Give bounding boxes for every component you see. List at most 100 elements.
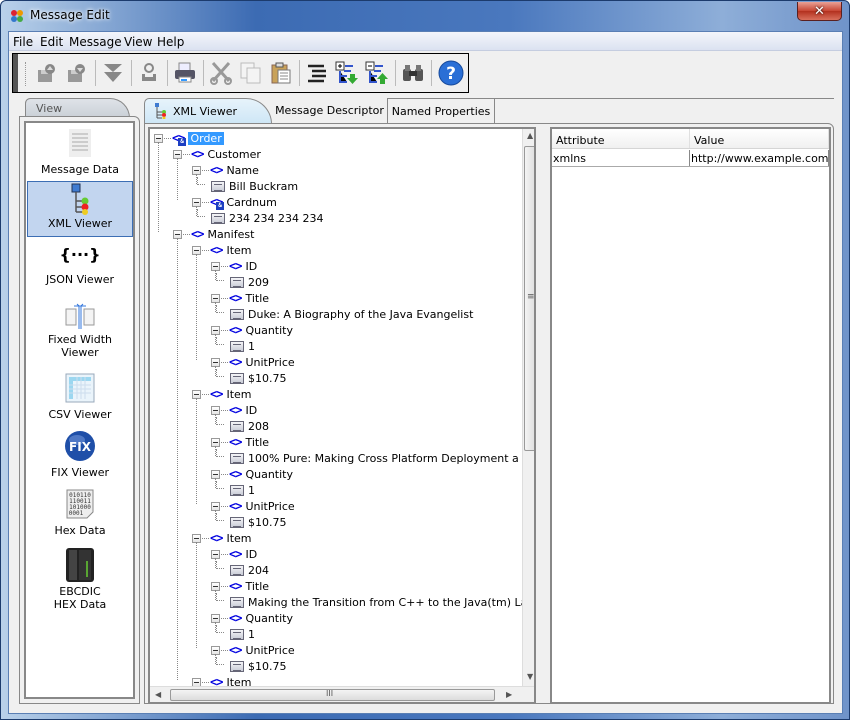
menu-edit[interactable]: Edit [40, 35, 63, 49]
tree-element-node[interactable]: <> Quantity [211, 610, 293, 626]
tree-node-label: Cardnum [226, 195, 277, 209]
xml-viewer-frame: <>&Order<>Customer<>NameBill Buckram<>&C… [144, 123, 834, 704]
tree-element-node[interactable]: <> ID [211, 402, 257, 418]
cut-button[interactable] [207, 59, 235, 87]
value-cell[interactable]: http://www.example.com... [690, 150, 829, 166]
attribute-cell[interactable]: xmlns [552, 150, 690, 166]
scroll-right-arrow[interactable]: ▶ [506, 690, 512, 699]
table-row[interactable]: xmlns http://www.example.com... [552, 150, 829, 167]
tree-element-node[interactable]: <> UnitPrice [211, 354, 295, 370]
tree-text-node[interactable]: 204 [216, 561, 269, 578]
tree-element-node[interactable]: <> Title [211, 290, 269, 306]
tree-element-node[interactable]: <> UnitPrice [211, 498, 295, 514]
text-node-icon [230, 276, 244, 288]
queue-button[interactable] [135, 59, 163, 87]
column-header-value[interactable]: Value [690, 129, 829, 148]
tree-element-node[interactable]: <> ID [211, 546, 257, 562]
close-button[interactable]: ✕ [797, 2, 842, 21]
menu-message[interactable]: Message [69, 35, 122, 49]
scroll-down-arrow[interactable]: ▼ [527, 672, 533, 681]
toolbar-grip-dots [25, 62, 27, 86]
tab-message-descriptor[interactable]: Message Descriptor [272, 98, 388, 124]
toolbar-grip[interactable] [13, 54, 18, 92]
view-item-csv-viewer[interactable]: CSV Viewer [27, 371, 133, 427]
tree-element-node[interactable]: <> UnitPrice [211, 642, 295, 658]
tree-element-node[interactable]: <> ID [211, 258, 257, 274]
print-button[interactable] [171, 59, 199, 87]
tree-text-node[interactable]: Bill Buckram [197, 177, 298, 194]
view-item-xml-viewer[interactable]: XML Viewer [27, 181, 133, 237]
collapse-toggle-icon[interactable] [192, 677, 201, 686]
xml-tree[interactable]: <>&Order<>Customer<>NameBill Buckram<>&C… [150, 129, 522, 686]
tab-named-properties[interactable]: Named Properties [388, 98, 495, 124]
tree-text-node[interactable]: $10.75 [216, 513, 287, 530]
move-down-button[interactable] [99, 59, 127, 87]
copy-button[interactable] [237, 59, 265, 87]
tree-element-node[interactable]: <> Quantity [211, 466, 293, 482]
tree-element-node[interactable]: <> Title [211, 578, 269, 594]
tree-text-node[interactable]: $10.75 [216, 369, 287, 386]
collapse-all-button[interactable] [363, 59, 391, 87]
expand-all-button[interactable] [333, 59, 361, 87]
find-button[interactable] [399, 59, 427, 87]
view-item-message-data[interactable]: Message Data [27, 125, 133, 181]
text-node-icon [230, 596, 244, 608]
text-node-icon [230, 660, 244, 672]
tree-element-node[interactable]: <> Item [192, 530, 252, 546]
tree-text-node[interactable]: Making the Transition from C++ to the Ja… [216, 593, 522, 610]
view-item-fixed-width-viewer[interactable]: Fixed Width Viewer [27, 301, 133, 365]
horizontal-scrollbar[interactable]: ◀ III ▶ [150, 686, 534, 702]
tree-text-node[interactable]: 209 [216, 273, 269, 290]
tree-element-node[interactable]: <> Item [192, 674, 252, 686]
format-button[interactable] [303, 59, 331, 87]
tree-text-node[interactable]: 1 [216, 337, 255, 354]
tree-element-node[interactable]: <> Quantity [211, 322, 293, 338]
tree-element-node[interactable]: <> Manifest [173, 226, 254, 242]
view-item-hex-data[interactable]: 010110 110011 101000 0001 Hex Data [27, 487, 133, 543]
json-braces-icon: {···} [59, 245, 101, 264]
horizontal-scroll-thumb[interactable]: III [170, 689, 495, 701]
tab-xml-viewer[interactable]: XML Viewer [144, 98, 272, 124]
paste-button[interactable] [267, 59, 295, 87]
tree-text-node[interactable]: 234 234 234 234 [197, 209, 323, 226]
tree-element-node[interactable]: <> Title [211, 434, 269, 450]
vertical-scrollbar[interactable]: ▲ ≡ ▼ [522, 129, 534, 686]
view-item-fix-viewer[interactable]: FIX FIX Viewer [27, 429, 133, 485]
tree-element-node[interactable]: <>&Order [154, 130, 224, 146]
vertical-scroll-thumb[interactable]: ≡ [524, 146, 534, 451]
view-tab[interactable]: View [25, 98, 130, 118]
help-button[interactable]: ? [437, 59, 465, 87]
tree-node-label: Title [245, 435, 270, 449]
tree-element-node[interactable]: <> Item [192, 242, 252, 258]
tree-element-node[interactable]: <>&Cardnum [192, 194, 277, 210]
view-item-ebcdic-hex-data[interactable]: EBCDIC HEX Data [27, 545, 133, 615]
scroll-grip-icon: III [326, 689, 334, 698]
menu-file[interactable]: File [13, 35, 33, 49]
column-header-attribute[interactable]: Attribute [552, 129, 690, 148]
title-bar[interactable]: Message Edit ✕ [1, 1, 849, 31]
scroll-left-arrow[interactable]: ◀ [155, 690, 161, 699]
scroll-up-arrow[interactable]: ▲ [527, 131, 533, 140]
menu-bar: File Edit Message View Help [9, 32, 842, 51]
tree-connector [216, 305, 224, 313]
tree-text-node[interactable]: 1 [216, 481, 255, 498]
menu-view[interactable]: View [124, 35, 152, 49]
tree-text-node[interactable]: 208 [216, 417, 269, 434]
save-download-button[interactable] [63, 59, 91, 87]
tree-element-node[interactable]: <> Item [192, 386, 252, 402]
tree-connector [216, 625, 224, 633]
tree-element-node[interactable]: <> Name [192, 162, 259, 178]
tree-node-label: Title [245, 579, 270, 593]
view-item-json-viewer[interactable]: {···} JSON Viewer [27, 241, 133, 297]
toolbar: ? [12, 53, 469, 93]
tree-node-label: ID [245, 547, 258, 561]
save-upload-button[interactable] [33, 59, 61, 87]
tree-element-node[interactable]: <> Customer [173, 146, 261, 162]
tree-text-node[interactable]: 100% Pure: Making Cross Platform Deploym… [216, 449, 522, 466]
view-list: Message Data XML Viewer {···} JSON Viewe… [24, 121, 135, 699]
tree-text-node[interactable]: Duke: A Biography of the Java Evangelist [216, 305, 473, 322]
tree-text-node[interactable]: $10.75 [216, 657, 287, 674]
tree-text-node[interactable]: 1 [216, 625, 255, 642]
tree-connector-line [215, 366, 216, 376]
menu-help[interactable]: Help [157, 35, 184, 49]
